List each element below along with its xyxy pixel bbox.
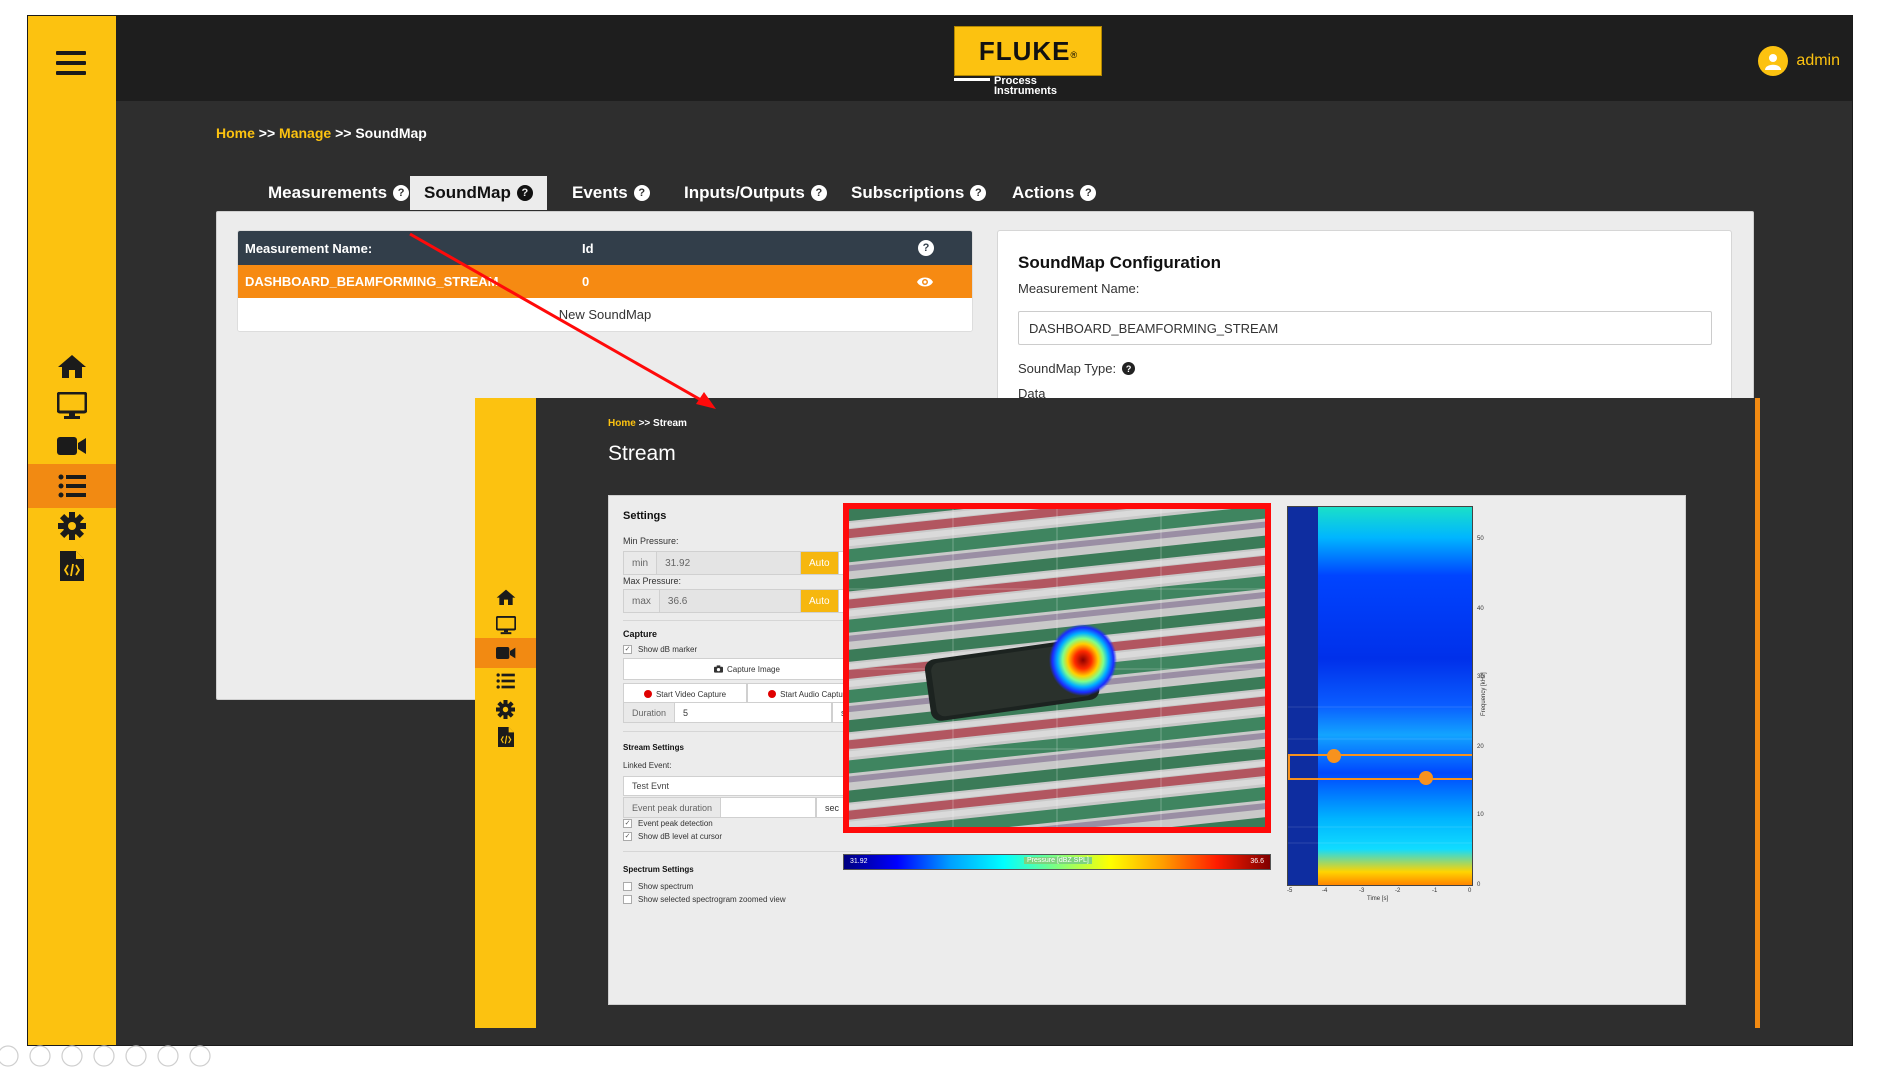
viewer-controls bbox=[0, 1045, 240, 1068]
next-icon bbox=[29, 1045, 51, 1067]
zoom-icon bbox=[125, 1045, 147, 1067]
annotation-arrow bbox=[409, 232, 716, 409]
slides-icon bbox=[157, 1045, 179, 1067]
app-window: FLUKE ® Process Instruments admin Home >> … bbox=[27, 15, 1853, 1046]
pen-icon bbox=[61, 1045, 83, 1067]
previous-icon bbox=[0, 1045, 19, 1067]
more-icon bbox=[189, 1045, 211, 1067]
grid-icon bbox=[93, 1045, 115, 1067]
